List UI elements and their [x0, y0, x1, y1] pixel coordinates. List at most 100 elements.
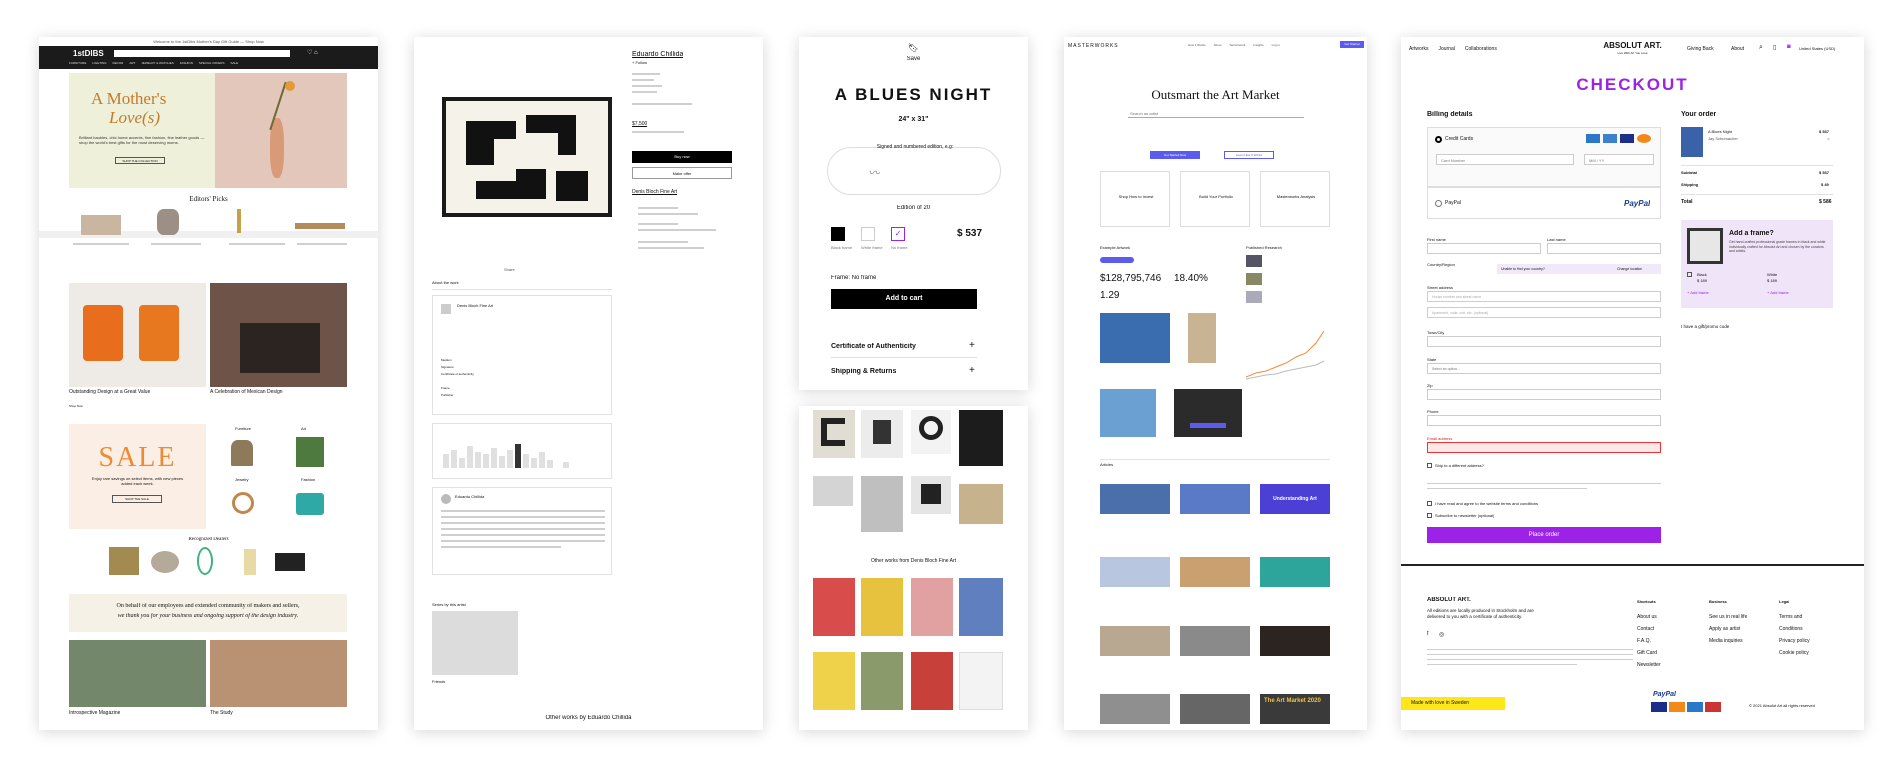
artist-name[interactable]: Eduardo Chillida: [632, 51, 683, 58]
art-thumb[interactable]: [1100, 389, 1156, 437]
article-thumb[interactable]: [1180, 694, 1250, 724]
article-thumb[interactable]: [1180, 484, 1250, 514]
article-thumb-market[interactable]: The Art Market 2020: [1260, 694, 1330, 724]
email-field[interactable]: [1427, 442, 1661, 453]
footer-link[interactable]: Media inquiries: [1709, 638, 1743, 644]
add-to-cart-button[interactable]: Add to cart: [831, 289, 977, 309]
footer-link[interactable]: About us: [1637, 614, 1657, 620]
study-title[interactable]: The Study: [210, 710, 233, 716]
apartment-field[interactable]: Apartment, suite, unit, etc. (optional): [1427, 307, 1661, 318]
region-selector[interactable]: United States (USD): [1799, 46, 1835, 51]
nav-item[interactable]: DECOR: [113, 61, 124, 67]
black-frame-checkbox[interactable]: [1687, 272, 1692, 277]
info-card[interactable]: Build Your Portfolio: [1180, 171, 1250, 227]
promo-code-link[interactable]: I have a gift/promo code: [1681, 324, 1729, 329]
street-field[interactable]: House number and street name: [1427, 291, 1661, 302]
magazine-image[interactable]: [69, 640, 206, 707]
artist-bio-name[interactable]: Eduardo Chillida: [455, 494, 484, 499]
product-thumb[interactable]: [295, 223, 345, 229]
plus-icon[interactable]: +: [969, 340, 975, 351]
footer-logo[interactable]: ABSOLUT ART.: [1427, 597, 1471, 603]
art-thumb[interactable]: [1100, 313, 1170, 363]
first-name-field[interactable]: [1427, 243, 1541, 254]
gallery-thumb[interactable]: [813, 410, 855, 458]
nav-item[interactable]: Sell Artwork: [1229, 43, 1245, 49]
dealer-thumb[interactable]: [197, 547, 213, 575]
feature-image-1[interactable]: [69, 283, 206, 387]
dealer-thumb[interactable]: [151, 551, 179, 573]
article-thumb[interactable]: [1100, 484, 1170, 514]
tab-pill[interactable]: [1100, 257, 1134, 263]
bookmark-icon[interactable]: 🔖︎: [799, 43, 1028, 54]
logo[interactable]: 1stDIBS: [73, 49, 104, 58]
nav-about[interactable]: About: [1731, 46, 1744, 52]
series-item[interactable]: Friends: [432, 679, 445, 684]
footer-link[interactable]: Cookie policy: [1779, 650, 1809, 656]
study-image[interactable]: [210, 640, 347, 707]
sale-button[interactable]: SHOP THE SALE: [112, 495, 162, 503]
change-location-link[interactable]: Change location: [1617, 267, 1642, 271]
footer-link[interactable]: F.A.Q.: [1637, 638, 1651, 644]
dealer-link[interactable]: Denis Bloch Fine Art: [632, 189, 677, 195]
nav-item[interactable]: LIGHTING: [92, 61, 106, 67]
nav-giving-back[interactable]: Giving Back: [1687, 46, 1714, 52]
category-label[interactable]: Art: [301, 426, 306, 431]
research-thumb[interactable]: [1246, 273, 1262, 285]
feature-title-2[interactable]: A Celebration of Mexican Design: [210, 389, 283, 395]
footer-link[interactable]: Gift Card: [1637, 650, 1657, 656]
account-icon[interactable]: ♡ ⌂: [307, 49, 318, 56]
pop-thumb[interactable]: [813, 652, 855, 710]
frame-white-swatch[interactable]: [861, 227, 875, 241]
art-promo[interactable]: [1174, 389, 1242, 437]
zip-field[interactable]: [1427, 389, 1661, 400]
add-white-frame-link[interactable]: + Add frame: [1767, 290, 1789, 295]
save-label[interactable]: Save: [799, 56, 1028, 62]
frame-black-swatch[interactable]: [831, 227, 845, 241]
product-thumb[interactable]: [157, 209, 179, 235]
sale-banner[interactable]: SALE Enjoy rare savings on select items,…: [69, 424, 206, 529]
footer-link[interactable]: Conditions: [1779, 626, 1803, 632]
dealer-title[interactable]: Denis Bloch Fine Art: [457, 303, 493, 308]
pop-thumb[interactable]: [959, 652, 1003, 710]
card-number-field[interactable]: Card Number: [1436, 154, 1574, 165]
nav-item[interactable]: How it Works: [1188, 43, 1206, 49]
gallery-thumb[interactable]: [911, 476, 951, 514]
get-started-button[interactable]: Get Started: [1340, 41, 1364, 48]
nav-item[interactable]: Insights: [1253, 43, 1263, 49]
gallery-thumb[interactable]: [959, 410, 1003, 466]
remove-icon[interactable]: ×: [1827, 137, 1830, 143]
info-card[interactable]: Shop How to Invest: [1100, 171, 1170, 227]
add-black-frame-link[interactable]: + Add frame: [1687, 290, 1709, 295]
follow-button[interactable]: + Follow: [632, 60, 647, 65]
cart-icon[interactable]: ◙: [1787, 44, 1791, 50]
nav-item[interactable]: JEWELRY & WATCHES: [141, 61, 173, 67]
gallery-thumb[interactable]: [911, 410, 951, 454]
article-thumb[interactable]: [1100, 694, 1170, 724]
shop-now-link[interactable]: Shop Now: [69, 404, 83, 408]
research-thumb[interactable]: [1246, 291, 1262, 303]
hero-button[interactable]: SHOP THE COLLECTION: [115, 157, 165, 164]
research-thumb[interactable]: [1246, 255, 1262, 267]
gallery-thumb[interactable]: [959, 484, 1003, 524]
gallery-thumb[interactable]: [861, 476, 903, 532]
nav-item[interactable]: About: [1214, 43, 1222, 49]
nav-item[interactable]: SPECIAL OFFERS: [199, 61, 225, 67]
article-thumb[interactable]: [1100, 626, 1170, 656]
category-image-jewelry[interactable]: [232, 492, 254, 514]
expiry-field[interactable]: MM / YY: [1584, 154, 1654, 165]
paypal-option[interactable]: PayPal PayPal: [1427, 187, 1661, 219]
state-select[interactable]: Select an option...: [1427, 363, 1661, 374]
nav-item[interactable]: FASHION: [180, 61, 193, 67]
make-offer-button[interactable]: Make offer: [632, 167, 732, 179]
footer-link[interactable]: See us in real life: [1709, 614, 1747, 620]
nav-item[interactable]: Log in: [1272, 43, 1280, 49]
article-thumb-understanding[interactable]: Understanding Art: [1260, 484, 1330, 514]
category-label[interactable]: Furniture: [235, 426, 251, 431]
article-thumb[interactable]: [1260, 626, 1330, 656]
product-thumb[interactable]: [81, 215, 121, 235]
category-image-art[interactable]: [296, 437, 324, 467]
radio[interactable]: [1435, 200, 1442, 207]
nav-item[interactable]: FURNITURE: [69, 61, 86, 67]
art-thumb[interactable]: [1188, 313, 1216, 363]
nav-item[interactable]: ART: [129, 61, 135, 67]
